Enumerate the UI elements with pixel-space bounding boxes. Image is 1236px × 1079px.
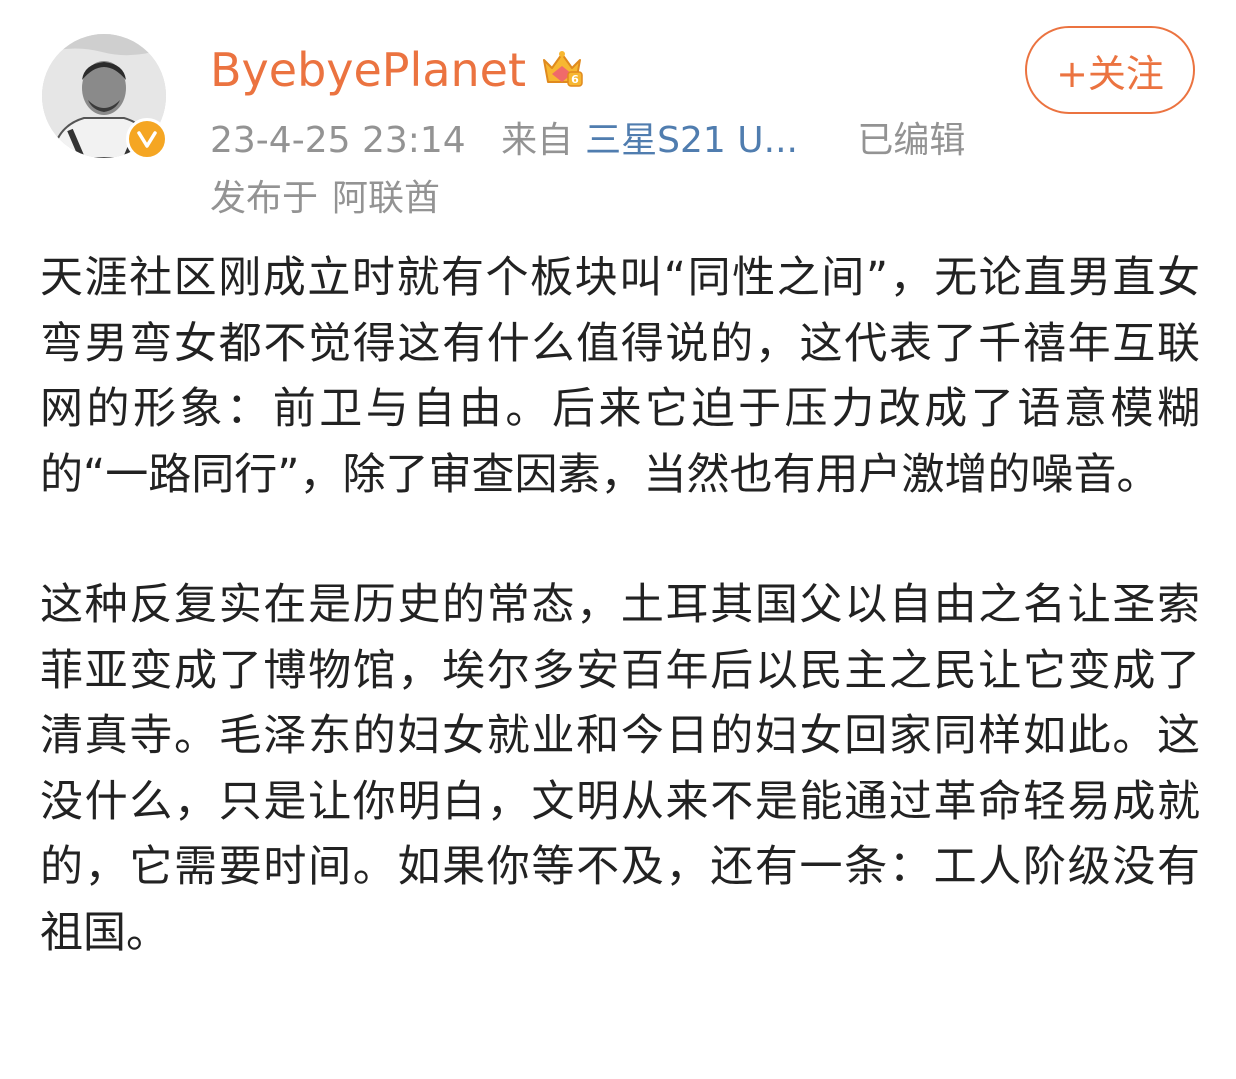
post-meta: 23-4-25 23:14 来自 三星S21 U... 已编辑 [210, 116, 989, 166]
verified-badge-icon [126, 118, 168, 160]
post-paragraph: 这种反复实在是历史的常态，土耳其国父以自由之名让圣索菲亚变成了博物馆，埃尔多安百… [40, 580, 1200, 958]
author-name[interactable]: ByebyePlanet [210, 40, 526, 100]
weibo-post: ByebyePlanet 6 23-4-25 23:14 来自 三星S21 U..… [0, 0, 1236, 1079]
svg-text:6: 6 [571, 73, 579, 86]
published-label: 发布于 [210, 178, 319, 219]
post-content: 天涯社区刚成立时就有个板块叫“同性之间”，无论直男直女弯男弯女都不觉得这有什么值… [40, 246, 1200, 966]
crown-member-icon[interactable]: 6 [538, 44, 586, 92]
source-device-link[interactable]: 三星S21 U... [585, 120, 798, 161]
post-location: 发布于 阿联酋 [210, 174, 440, 224]
follow-button[interactable]: +关注 [1025, 26, 1195, 114]
edited-label[interactable]: 已编辑 [857, 120, 965, 161]
post-timestamp[interactable]: 23-4-25 23:14 [210, 120, 466, 161]
source-prefix: 来自 [501, 120, 574, 161]
post-paragraph: 天涯社区刚成立时就有个板块叫“同性之间”，无论直男直女弯男弯女都不觉得这有什么值… [40, 253, 1200, 500]
location-name: 阿联酋 [332, 178, 441, 219]
